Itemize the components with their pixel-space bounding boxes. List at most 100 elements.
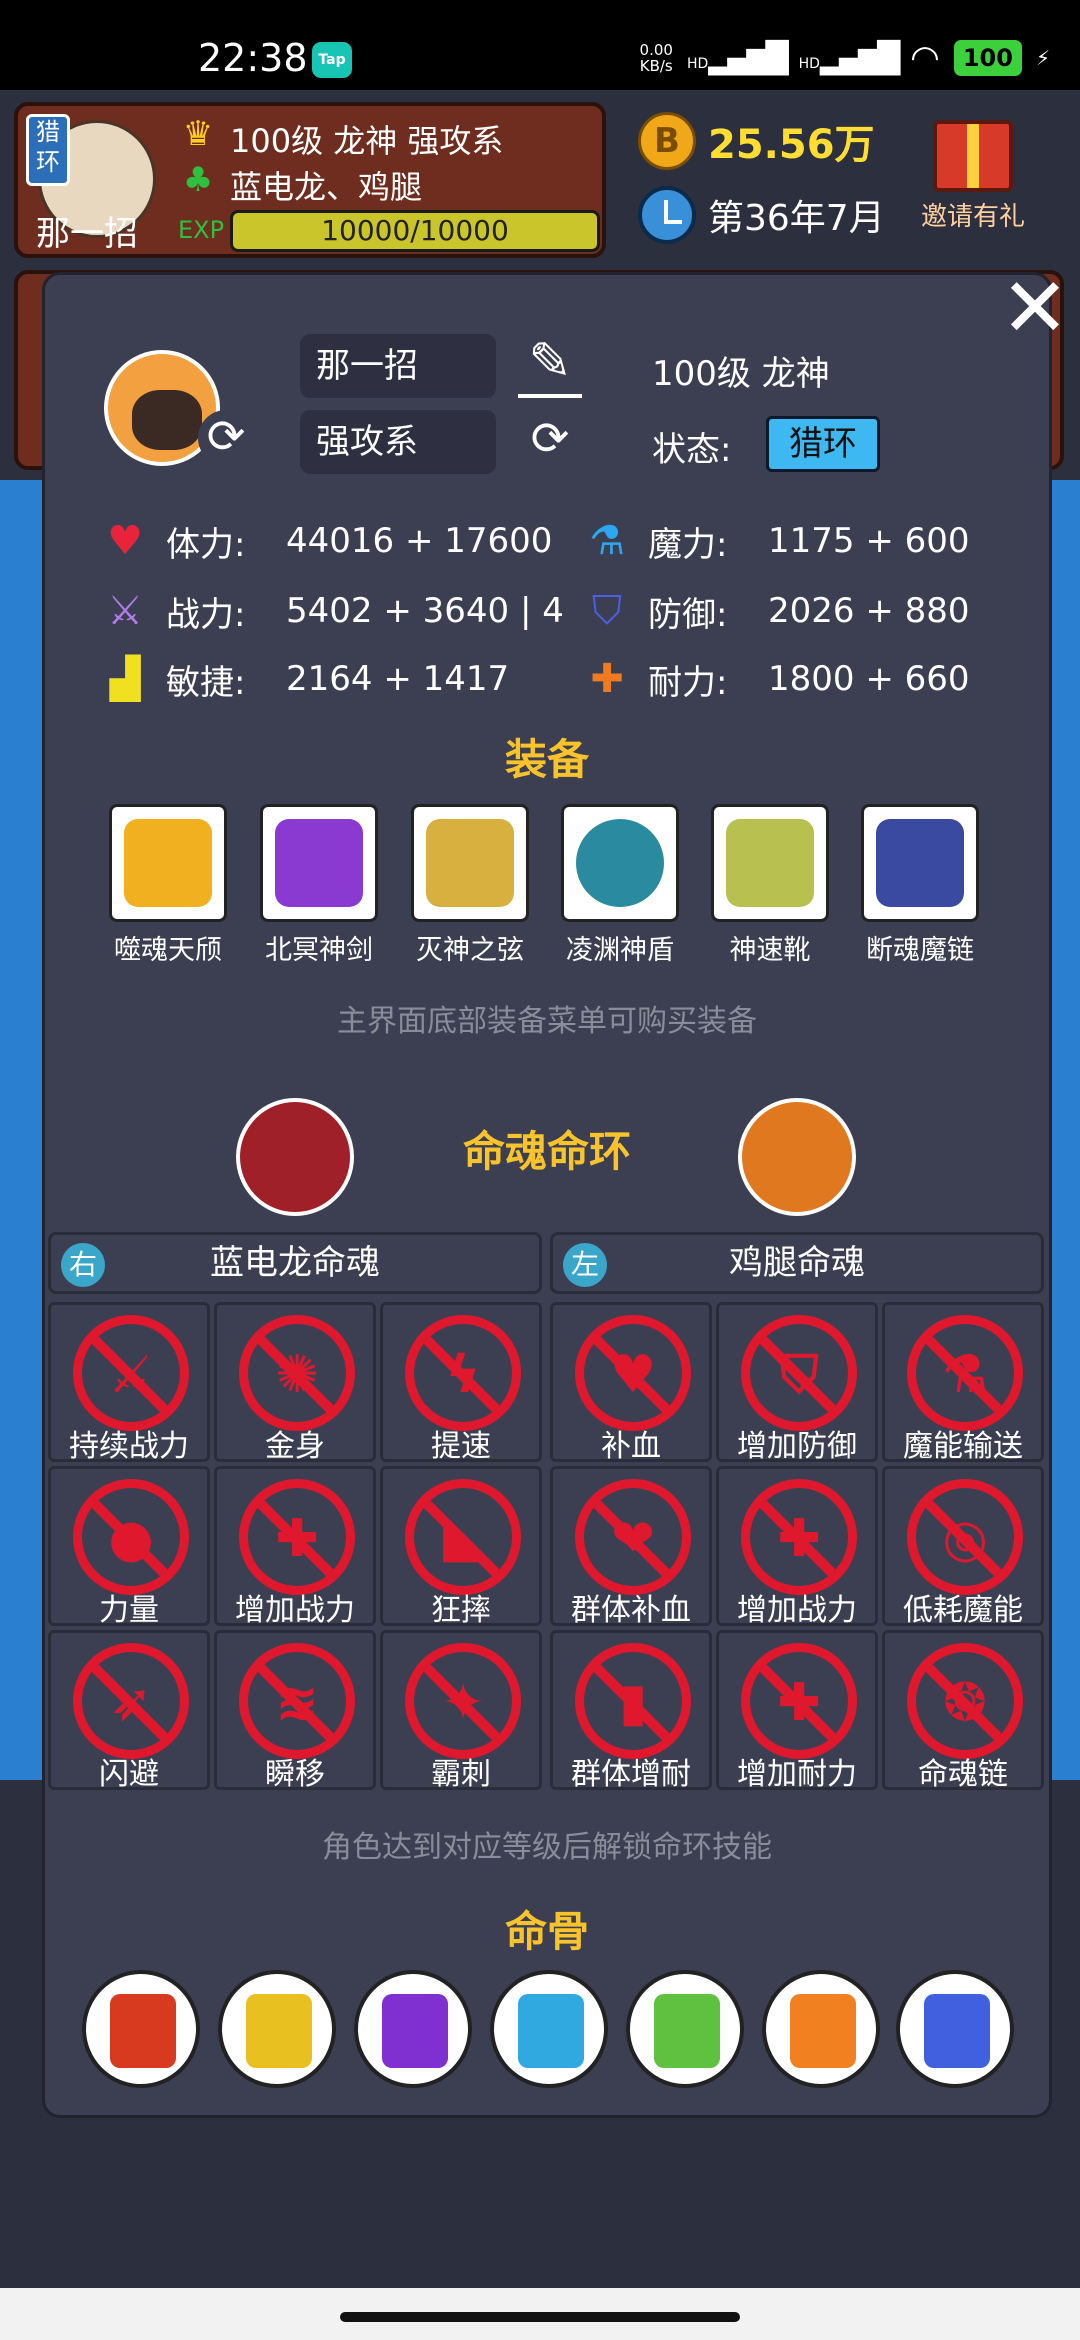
- equipment-slot[interactable]: 灭神之弦: [410, 804, 530, 967]
- skill-locked-ring: ✚: [741, 1643, 857, 1759]
- equipment-slot[interactable]: 北冥神剑: [259, 804, 379, 967]
- sword-plus-icon: ✚: [777, 1509, 821, 1569]
- battery-icon: 100: [953, 40, 1022, 76]
- skill-name: 增加防御: [737, 1429, 857, 1464]
- home-gesture-bar[interactable]: [340, 2312, 740, 2322]
- status-bar: 22:38 Tap 0.00 KB/s HD▂▄▆█ HD▂▄▆█ ◠ 100 …: [0, 0, 1080, 90]
- muscle-icon: ●: [108, 1509, 154, 1569]
- chain-icon: [876, 819, 964, 907]
- right-side-badge: 右: [61, 1243, 105, 1287]
- skill-slot[interactable]: ✚ 增加战力: [716, 1466, 878, 1628]
- left-soul-header[interactable]: 左 鸡腿命魂: [550, 1232, 1044, 1294]
- skill-slot[interactable]: ✚ 增加战力: [214, 1466, 376, 1628]
- skill-slot[interactable]: ◣ 狂摔: [380, 1466, 542, 1628]
- swap-class-icon[interactable]: ⟳: [522, 412, 578, 468]
- skill-slot[interactable]: ≋ 瞬移: [214, 1630, 376, 1792]
- heart-icon: ♥: [107, 518, 143, 564]
- right-soul-header[interactable]: 右 蓝电龙命魂: [48, 1232, 542, 1294]
- equipment-slot[interactable]: 神速靴: [710, 804, 830, 967]
- skill-name: 命魂链: [918, 1757, 1008, 1792]
- skill-name: 增加耐力: [737, 1757, 857, 1792]
- skill-name: 增加战力: [737, 1593, 857, 1628]
- boots-icon: [726, 819, 814, 907]
- game-date-text: 第36年7月: [708, 198, 885, 239]
- skill-slot[interactable]: ⚔ 持续战力: [48, 1302, 210, 1464]
- skill-slot[interactable]: ✦ 霸刺: [380, 1630, 542, 1792]
- skill-locked-ring: ❤: [575, 1479, 691, 1595]
- bone-slot[interactable]: [626, 1970, 744, 2088]
- bone-slot[interactable]: [490, 1970, 608, 2088]
- skill-slot[interactable]: ❂ 命魂链: [882, 1630, 1044, 1792]
- skill-locked-ring: ✦: [405, 1643, 521, 1759]
- bone-slot[interactable]: [82, 1970, 200, 2088]
- bow-icon: [426, 819, 514, 907]
- right-soul-name: 蓝电龙命魂: [210, 1243, 380, 1283]
- skill-name: 霸刺: [431, 1757, 491, 1792]
- dodge-icon: ➶: [109, 1673, 153, 1733]
- stat-hp: ♥ 体力: 44016 + 17600: [100, 516, 552, 566]
- equipment-icon-box: [411, 804, 529, 922]
- skill-slot[interactable]: ✺ 金身: [214, 1302, 376, 1464]
- xp-bar: 10000/10000: [230, 210, 600, 252]
- skill-slot[interactable]: ▮ 群体增耐: [550, 1630, 712, 1792]
- sword-icon: [275, 819, 363, 907]
- sword-plus-icon: ✚: [275, 1509, 319, 1569]
- stat-agility: ▟ 敏捷: 2164 + 1417: [100, 654, 510, 704]
- chicken-leg-icon[interactable]: [738, 1098, 856, 1216]
- orange-bone-icon: [790, 1994, 856, 2068]
- status-time: 22:38: [198, 36, 308, 80]
- skill-slot[interactable]: ϟ 提速: [380, 1302, 542, 1464]
- skill-locked-ring: ♥: [575, 1315, 691, 1431]
- skill-slot[interactable]: ➶ 闪避: [48, 1630, 210, 1792]
- invite-gift-button[interactable]: 邀请有礼: [918, 120, 1028, 233]
- defense-plus-icon: ⛉: [779, 1345, 819, 1405]
- pierce-icon: ✦: [441, 1673, 485, 1733]
- left-side-badge: 左: [563, 1243, 607, 1287]
- status-badge[interactable]: 猎环: [766, 416, 880, 472]
- helmet-icon: [124, 819, 212, 907]
- bone-slot[interactable]: [896, 1970, 1014, 2088]
- skill-slot[interactable]: ◎ 低耗魔能: [882, 1466, 1044, 1628]
- equipment-slot[interactable]: 凌渊神盾: [560, 804, 680, 967]
- stat-label: 战力:: [166, 594, 246, 635]
- bone-slot[interactable]: [354, 1970, 472, 2088]
- equipment-slot[interactable]: 断魂魔链: [860, 804, 980, 967]
- net-speed-unit: KB/s: [639, 57, 673, 75]
- skill-name: 补血: [601, 1429, 661, 1464]
- skill-name: 提速: [431, 1429, 491, 1464]
- skill-locked-ring: ◎: [907, 1479, 1023, 1595]
- skill-slot[interactable]: ❤ 群体补血: [550, 1466, 712, 1628]
- bone-slot[interactable]: [218, 1970, 336, 2088]
- invite-gift-label: 邀请有礼: [920, 202, 1025, 232]
- bone-slot[interactable]: [762, 1970, 880, 2088]
- soul-chain-icon: ❂: [943, 1673, 987, 1733]
- equipment-icon-box: [861, 804, 979, 922]
- signal-icon: HD▂▄▆█: [686, 40, 789, 76]
- player-card[interactable]: 猎环 那一招 ♛ 100级 龙神 强攻系 ♣ 蓝电龙、鸡腿 EXP 10000/…: [14, 102, 606, 258]
- skill-name: 低耗魔能: [903, 1593, 1023, 1628]
- edit-name-icon[interactable]: ✎: [518, 334, 582, 398]
- low-mana-icon: ◎: [942, 1509, 988, 1569]
- stat-endurance: ✚ 耐力: 1800 + 660: [582, 654, 969, 704]
- equipment-name: 北冥神剑: [265, 935, 373, 966]
- skill-name: 魔能输送: [903, 1429, 1023, 1464]
- coin-amount: 25.56万: [708, 122, 875, 168]
- skill-locked-ring: ✺: [239, 1315, 355, 1431]
- skill-slot[interactable]: ● 力量: [48, 1466, 210, 1628]
- group-endurance-icon: ▮: [618, 1673, 648, 1733]
- skill-slot[interactable]: ⛉ 增加防御: [716, 1302, 878, 1464]
- bones-title: 命骨: [504, 1907, 589, 1956]
- equipment-icon-box: [260, 804, 378, 922]
- heart-plus-icon: ✚: [590, 656, 624, 702]
- swap-avatar-icon[interactable]: ⟳: [198, 410, 254, 466]
- skill-slot[interactable]: ♥ 补血: [550, 1302, 712, 1464]
- close-button[interactable]: ✕: [1000, 268, 1070, 350]
- skill-slot[interactable]: ⚗ 魔能输送: [882, 1302, 1044, 1464]
- equipment-name: 凌渊神盾: [566, 935, 674, 966]
- soul-ring-title: 命魂命环: [462, 1127, 631, 1176]
- character-class-field[interactable]: 强攻系: [300, 410, 496, 474]
- skill-slot[interactable]: ✚ 增加耐力: [716, 1630, 878, 1792]
- skill-name: 增加战力: [235, 1593, 355, 1628]
- character-name-field[interactable]: 那一招: [300, 334, 496, 398]
- equipment-slot[interactable]: 噬魂天颀: [108, 804, 228, 967]
